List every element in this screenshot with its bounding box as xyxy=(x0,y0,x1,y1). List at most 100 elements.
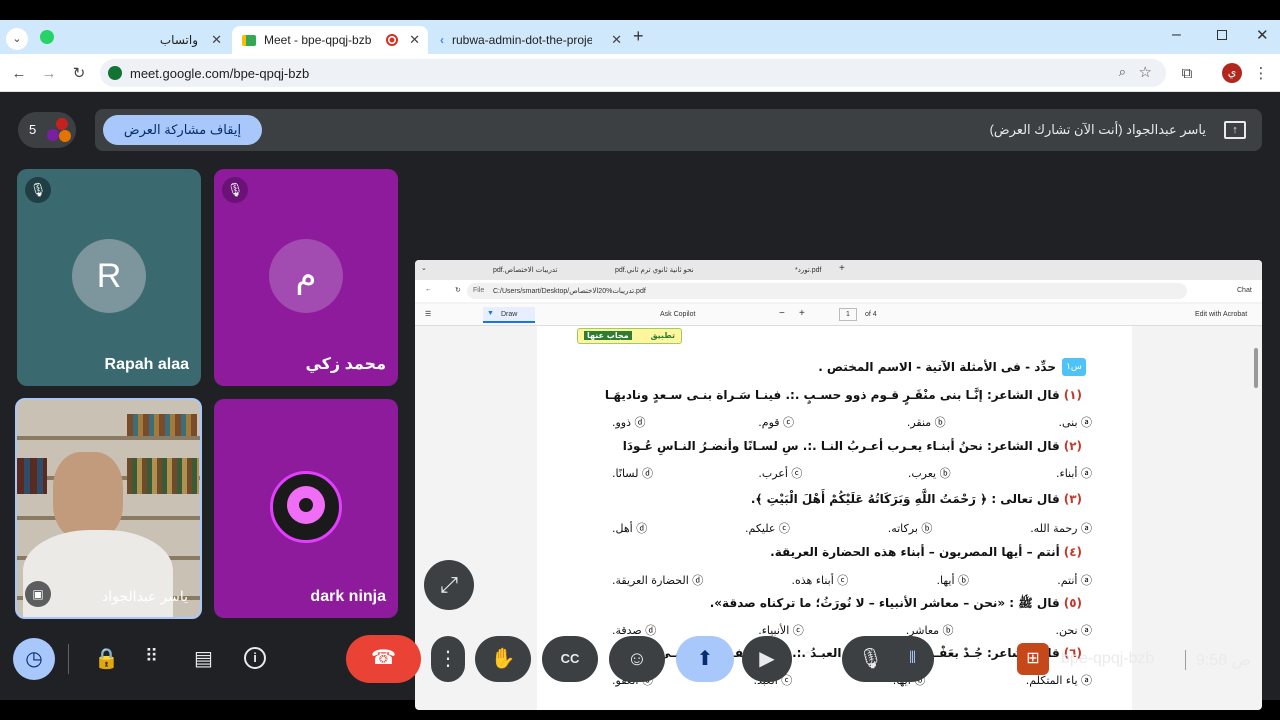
end-call-button[interactable]: ☎ xyxy=(346,635,421,683)
zoom-icon[interactable]: ⌕ xyxy=(1119,64,1126,80)
mic-off-icon: 🎙 xyxy=(25,177,51,203)
option[interactable]: ⓑ بركاته. xyxy=(888,520,933,536)
restore-icon[interactable] xyxy=(1217,30,1227,40)
tab-rubwa[interactable]: ‹ rubwa-admin-dot-the-project- ✕ xyxy=(430,26,630,54)
page-number[interactable]: 1 xyxy=(839,308,857,321)
apps-icon[interactable]: ⠿ xyxy=(145,646,158,667)
participant-name: dark ninja xyxy=(310,588,386,605)
tab-whatsapp[interactable]: واتساب ✕ xyxy=(60,26,230,54)
back-icon[interactable]: ← xyxy=(425,286,432,293)
question-4: (٤)أنتم – أيها المصريون – أبناء هذه الحض… xyxy=(770,545,1082,559)
option[interactable]: ⓐ بنى. xyxy=(1058,414,1092,430)
info-icon[interactable]: i xyxy=(244,647,266,669)
zoom-out-icon[interactable]: − xyxy=(779,308,785,319)
question-number: (٢) xyxy=(1063,439,1082,453)
reload-icon[interactable]: ↻ xyxy=(455,286,461,294)
host-controls-icon[interactable]: 🔒 xyxy=(94,646,119,671)
new-tab-icon[interactable]: + xyxy=(839,263,845,274)
chat-label[interactable]: Chat xyxy=(1237,287,1252,294)
picture-in-picture-icon[interactable]: ▣ xyxy=(25,581,51,607)
option[interactable]: ⓑ أيها. xyxy=(936,572,969,588)
pdf-tab[interactable]: *تورد.pdf xyxy=(795,266,821,274)
zoom-in-icon[interactable]: + xyxy=(799,308,805,319)
close-icon[interactable]: ✕ xyxy=(211,32,222,48)
new-tab-button[interactable]: + xyxy=(633,26,644,47)
camera-button[interactable]: ▶ xyxy=(742,636,792,682)
option[interactable]: ⓑ منقر. xyxy=(907,414,946,430)
options-1: ⓐ بنى. ⓑ منقر. ⓒ قوم. ⓓ ذوو. xyxy=(612,414,1092,430)
tab-list-icon[interactable]: ⌄ xyxy=(421,264,427,272)
bookmark-star-icon[interactable]: ☆ xyxy=(1139,63,1152,81)
close-icon[interactable]: ✕ xyxy=(611,32,622,48)
person-body xyxy=(23,530,173,617)
expand-button[interactable]: ⤢ xyxy=(424,560,474,610)
avatar: م xyxy=(269,239,343,313)
emoji-button[interactable]: ☺ xyxy=(609,636,665,682)
more-menu-icon[interactable]: ⋮ xyxy=(1252,65,1270,83)
participant-name: Rapah alaa xyxy=(104,356,189,373)
close-icon[interactable]: ✕ xyxy=(409,32,420,48)
option[interactable]: ⓓ لسانًا. xyxy=(612,465,653,481)
option[interactable]: ⓓ الحضارة العريقة. xyxy=(612,572,703,588)
pdf-toolbar: ☰ ▼ Draw Ask Copilot − + 1 of 4 Edit wit… xyxy=(415,304,1262,326)
reload-icon[interactable]: ↻ xyxy=(70,65,88,83)
audio-level-icon: ⦀ xyxy=(908,650,916,667)
contents-icon[interactable]: ☰ xyxy=(425,310,431,318)
draw-button[interactable]: ▼ Draw xyxy=(483,307,535,323)
more-options-button[interactable]: ⋮ xyxy=(431,636,465,682)
self-view-tile[interactable]: ياسر عبدالجواد ▣ xyxy=(15,398,202,619)
tab-label: Meet - bpe-qpqj-bzb xyxy=(264,33,372,47)
stop-sharing-button[interactable]: إيقاف مشاركة العرض xyxy=(103,115,262,145)
participant-count-chip[interactable]: 5 xyxy=(18,112,76,148)
option[interactable]: ⓐ أبناء. xyxy=(1056,465,1092,481)
captions-button[interactable]: CC xyxy=(542,636,598,682)
question-number: (١) xyxy=(1063,388,1082,402)
option[interactable]: ⓓ ذوو. xyxy=(612,414,646,430)
question-text: قال الشاعر: إنَّـا بنى منْقَـرٍ قـوم ذوو… xyxy=(604,388,1060,402)
back-icon[interactable]: ← xyxy=(10,65,28,83)
top-letterbox xyxy=(0,0,1280,20)
close-window-icon[interactable]: ✕ xyxy=(1256,26,1269,44)
participant-tile[interactable]: 🎙 م محمد زكي xyxy=(214,169,398,386)
forward-icon[interactable]: → xyxy=(40,65,58,83)
time-value: 9:58 xyxy=(1196,652,1228,669)
books xyxy=(127,458,199,494)
option[interactable]: ⓐ أنتم. xyxy=(1057,572,1092,588)
minimize-icon[interactable]: – xyxy=(1172,26,1181,44)
option[interactable]: ⓒ قوم. xyxy=(758,414,794,430)
profile-avatar[interactable]: ي xyxy=(1222,63,1242,83)
pdf-tab[interactable]: تدريبات الاختصاص.pdf xyxy=(493,266,557,274)
question-number: (٤) xyxy=(1063,545,1082,559)
extensions-icon[interactable]: ⧉ xyxy=(1178,65,1196,83)
participant-name: ياسر عبدالجواد xyxy=(102,588,188,604)
presenting-text: ياسر عبدالجواد (أنت الآن تشارك العرض) xyxy=(989,122,1206,137)
option[interactable]: ⓒ أبناء هذه. xyxy=(791,572,848,588)
pdf-addressbar: ← ↻ File C:/Users/smart/Desktop/تدريبات%… xyxy=(415,280,1262,302)
copilot-label[interactable]: Ask Copilot xyxy=(660,311,695,318)
tab-search-button[interactable]: ⌄ xyxy=(6,28,28,50)
option[interactable]: ⓓ أهل. xyxy=(612,520,647,536)
participant-tile[interactable]: 🎙 R Rapah alaa xyxy=(17,169,201,386)
acrobat-label[interactable]: Edit with Acrobat xyxy=(1195,311,1247,318)
tab-meet[interactable]: Meet - bpe-qpqj-bzb ✕ xyxy=(232,26,428,54)
participant-tile[interactable]: dark ninja xyxy=(214,399,398,618)
option[interactable]: ⓒ أعرب. xyxy=(758,465,802,481)
question-number: (٥) xyxy=(1063,596,1082,610)
option[interactable]: ⓐ رحمة الله. xyxy=(1030,520,1092,536)
scrollbar[interactable] xyxy=(1254,348,1258,388)
meet-icon xyxy=(242,34,256,46)
mic-button[interactable]: 🎙 ⦀ xyxy=(842,636,934,682)
present-button[interactable]: ⬆ xyxy=(676,636,734,682)
question-number-badge: س١ xyxy=(1062,358,1086,376)
pdf-tab[interactable]: نحو ثانية ثانوي ترم ثاني.pdf xyxy=(615,266,694,274)
raise-hand-button[interactable]: ✋ xyxy=(475,636,531,682)
camera-options-icon[interactable]: ⌃ xyxy=(802,648,814,665)
address-bar[interactable]: meet.google.com/bpe-qpqj-bzb ⌕ ☆ xyxy=(100,59,1166,87)
option[interactable]: ⓑ يعرب. xyxy=(908,465,951,481)
option[interactable]: ⓒ عليكم. xyxy=(745,520,790,536)
chat-icon[interactable]: ▤ xyxy=(194,646,213,671)
pdf-url-field[interactable]: File C:/Users/smart/Desktop/تدريبات%20ال… xyxy=(467,283,1187,299)
option[interactable]: ⓐ نحن. xyxy=(1055,622,1092,638)
timer-icon[interactable]: ◷ xyxy=(13,638,55,680)
browser-tabstrip: ⌄ واتساب ✕ Meet - bpe-qpqj-bzb ✕ ‹ rubwa… xyxy=(0,20,1280,54)
